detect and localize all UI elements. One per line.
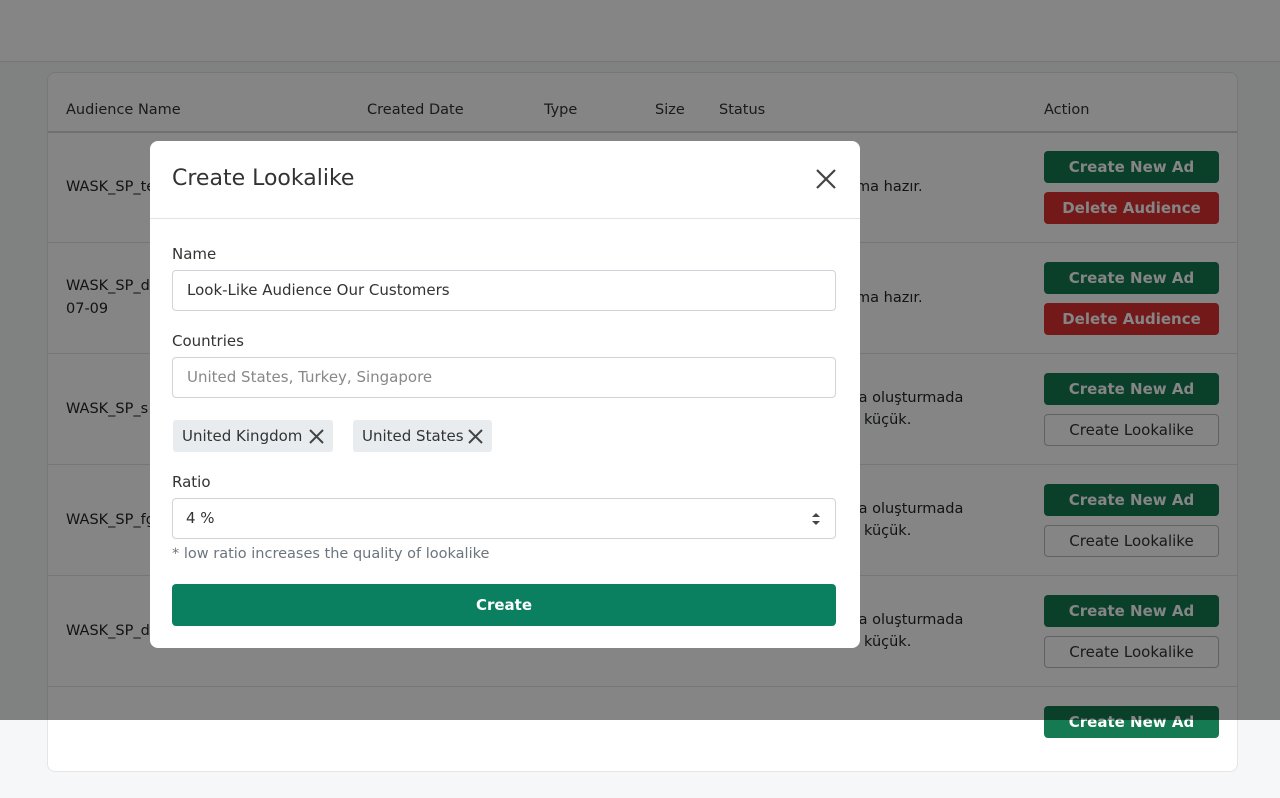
- remove-chip-icon[interactable]: [468, 429, 483, 444]
- close-icon[interactable]: [814, 167, 838, 191]
- modal-title: Create Lookalike: [172, 166, 355, 191]
- countries-label: Countries: [172, 332, 244, 350]
- modal-header: Create Lookalike: [150, 141, 860, 219]
- create-lookalike-modal: Create Lookalike Name Look-Like Audience…: [150, 141, 860, 648]
- ratio-label: Ratio: [172, 473, 211, 491]
- country-chip: United States: [353, 420, 492, 452]
- countries-input[interactable]: United States, Turkey, Singapore: [172, 357, 836, 398]
- name-input[interactable]: Look-Like Audience Our Customers: [172, 270, 836, 311]
- chip-label: United States: [362, 427, 464, 445]
- ratio-value: 4 %: [186, 509, 215, 527]
- ratio-select[interactable]: 4 %: [172, 498, 836, 539]
- name-label: Name: [172, 245, 217, 263]
- remove-chip-icon[interactable]: [309, 429, 324, 444]
- country-chip: United Kingdom: [173, 420, 333, 452]
- create-button[interactable]: Create: [172, 584, 836, 626]
- select-updown-icon: [812, 513, 820, 525]
- ratio-hint: * low ratio increases the quality of loo…: [172, 546, 490, 562]
- chip-label: United Kingdom: [182, 427, 303, 445]
